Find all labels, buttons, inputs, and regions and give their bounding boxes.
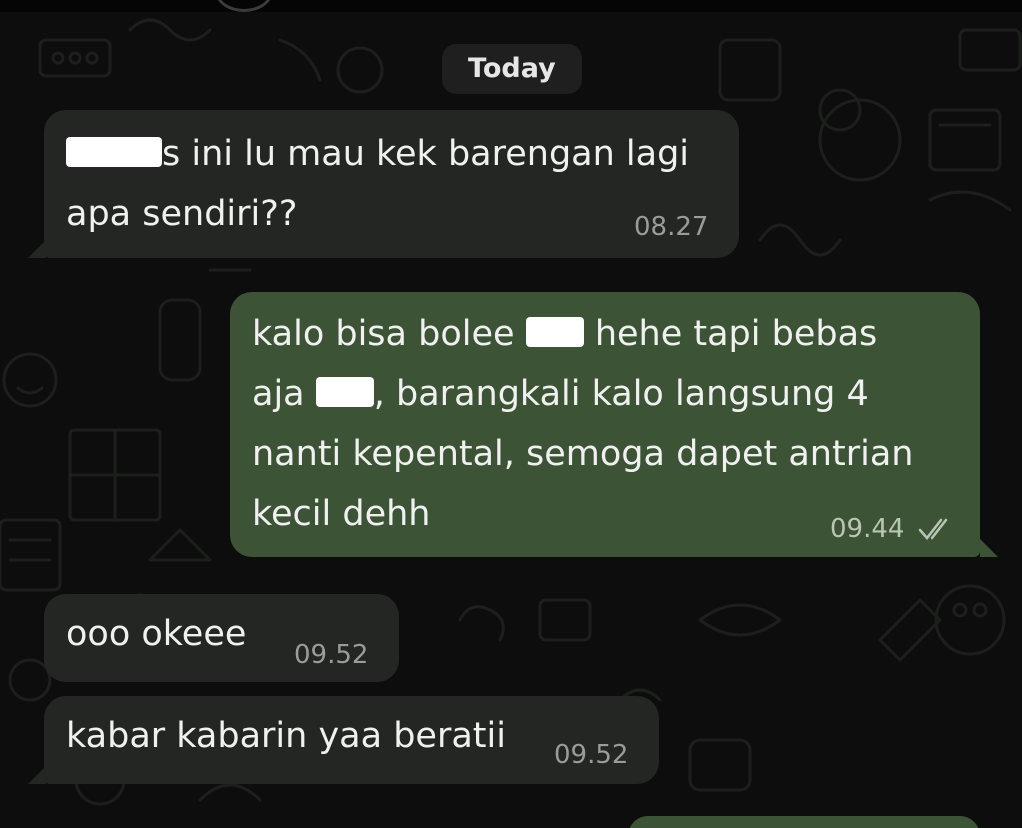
message-text: hehe tapi bebas — [594, 314, 878, 354]
header-strip — [0, 0, 1022, 12]
message-timestamp: 09.52 — [554, 740, 629, 770]
message-bubble-outgoing[interactable]: kalo bisa bolee hehe tapi bebas aja , ba… — [230, 292, 980, 557]
message-text: s ini lu mau kek barengan lagi — [162, 134, 690, 174]
bubble-tail — [980, 539, 998, 557]
redacted-text — [525, 317, 584, 347]
redacted-text — [66, 137, 162, 167]
redacted-text — [315, 377, 374, 407]
message-text: apa sendiri?? — [66, 194, 298, 234]
bubble-tail — [28, 766, 46, 784]
double-check-icon — [918, 518, 948, 540]
message-text: kecil dehh — [252, 494, 431, 534]
message-text: nanti kepental, semoga dapet antrian — [252, 434, 914, 474]
message-bubble-incoming[interactable]: ooo okeee 09.52 — [44, 594, 399, 682]
message-text: aja — [252, 374, 305, 414]
message-timestamp: 08.27 — [634, 212, 709, 242]
message-text: ooo okeee — [66, 614, 247, 654]
message-timestamp: 09.44 — [830, 514, 905, 544]
message-bubble-incoming[interactable]: s ini lu mau kek barengan lagi apa sendi… — [44, 110, 739, 258]
message-text: kabar kabarin yaa beratii — [66, 716, 506, 756]
message-text: kalo bisa bolee — [252, 314, 515, 354]
message-text: , barangkali kalo langsung 4 — [373, 374, 869, 414]
bubble-tail — [28, 240, 46, 258]
date-separator: Today — [442, 44, 582, 94]
message-bubble-incoming[interactable]: kabar kabarin yaa beratii 09.52 — [44, 696, 659, 784]
chat-view: Today s ini lu mau kek barengan lagi apa… — [0, 0, 1022, 828]
message-timestamp: 09.52 — [294, 640, 369, 670]
message-bubble-outgoing-partial[interactable] — [628, 816, 980, 828]
